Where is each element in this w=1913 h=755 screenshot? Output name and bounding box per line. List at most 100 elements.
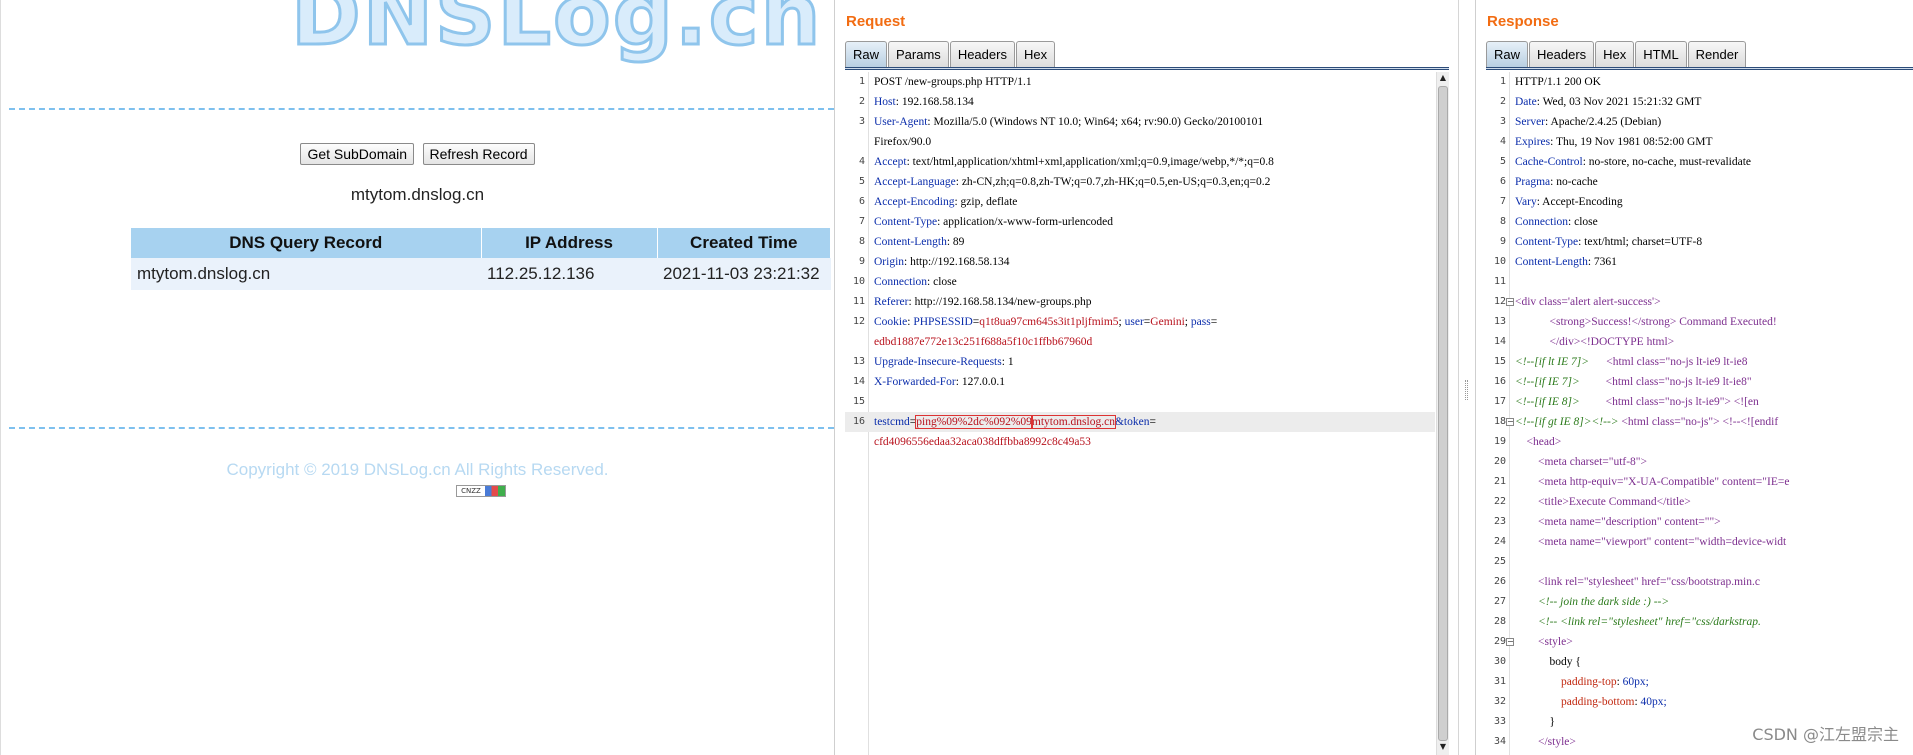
cookie-value: Gemini	[1150, 316, 1185, 328]
header-name: Expires	[1515, 136, 1551, 148]
css-value: 60px;	[1622, 676, 1649, 688]
fold-toggle-icon[interactable]: −	[1506, 638, 1514, 646]
line-number: 21	[1493, 476, 1506, 487]
code-line: 6 Accept-Encoding: gzip, deflate	[845, 192, 1435, 212]
panel-splitter[interactable]	[1458, 0, 1475, 755]
html-markup: <head>	[1515, 436, 1562, 448]
header-name: Referer	[874, 296, 909, 308]
line-number: 27	[1493, 596, 1506, 607]
response-title: Response	[1487, 13, 1559, 30]
line-text: </style>	[1515, 732, 1576, 752]
dashed-divider-top	[9, 108, 834, 110]
response-tabs: Raw Headers Hex HTML Render	[1486, 41, 1747, 68]
cnzz-badge[interactable]: CNZZ	[456, 485, 506, 497]
value-continuation: edbd1887e772e13c251f688a5f10c1ffbb67960d	[874, 336, 1093, 348]
html-markup: <link rel="stylesheet" href="css/bootstr…	[1515, 576, 1760, 588]
line-number: 11	[1493, 276, 1506, 287]
header-name: Date	[1515, 96, 1537, 108]
line-number: 12	[852, 316, 865, 327]
response-tab-headers[interactable]: Headers	[1529, 41, 1595, 67]
header-name: X-Forwarded-For	[874, 376, 956, 388]
fold-toggle-icon[interactable]: −	[1506, 298, 1514, 306]
request-tab-params[interactable]: Params	[888, 41, 949, 67]
line-number: 16	[852, 416, 865, 427]
header-name: Connection	[874, 276, 928, 288]
request-editor[interactable]: 1 POST /new-groups.php HTTP/1.1 2 Host: 192…	[845, 72, 1449, 755]
line-number: 9	[1499, 236, 1506, 247]
code-line: edbd1887e772e13c251f688a5f10c1ffbb67960d	[845, 332, 1435, 352]
refresh-record-button[interactable]: Refresh Record	[422, 143, 535, 165]
scroll-thumb[interactable]	[1438, 86, 1448, 741]
header-value: 1	[1007, 356, 1014, 368]
response-tab-raw[interactable]: Raw	[1486, 41, 1529, 67]
code-line: 11 Referer: http://192.168.58.134/new-gro…	[845, 292, 1435, 312]
line-text: Vary: Accept-Encoding	[1515, 192, 1623, 212]
header-name: Pragma	[1515, 176, 1551, 188]
line-text: <style>	[1515, 632, 1573, 652]
request-tab-hex[interactable]: Hex	[1015, 41, 1056, 67]
created-time-cell: 2021-11-03 23:21:32	[657, 258, 831, 290]
line-text: cfd4096556edaa32aca038dffbba8992c8c49a53	[874, 432, 1091, 452]
cookie-value: q1t8ua97cm645s3it1pljfmim5	[979, 316, 1119, 328]
code-line: 4 Expires: Thu, 19 Nov 1981 08:52:00 GMT	[1486, 132, 1913, 152]
csdn-watermark: CSDN @江左盟宗主	[1752, 725, 1899, 744]
line-number: 3	[858, 116, 865, 127]
line-text: Firefox/90.0	[874, 132, 931, 152]
line-number: 26	[1493, 576, 1506, 587]
column-header-ip-address: IP Address	[481, 228, 658, 258]
header-name: User-Agent	[874, 116, 928, 128]
line-text: Expires: Thu, 19 Nov 1981 08:52:00 GMT	[1515, 132, 1713, 152]
code-line: 8 Connection: close	[1486, 212, 1913, 232]
line-text: body {	[1515, 652, 1581, 672]
line-number: 13	[852, 356, 865, 367]
header-name: Origin	[874, 256, 905, 268]
line-text: <meta name="description" content="">	[1515, 512, 1721, 532]
line-number: 25	[1493, 556, 1506, 567]
response-tab-hex[interactable]: Hex	[1595, 41, 1635, 67]
response-tab-render[interactable]: Render	[1687, 41, 1747, 67]
line-number: 4	[1499, 136, 1506, 147]
line-number: 16	[1493, 376, 1506, 387]
code-line: 7 Vary: Accept-Encoding	[1486, 192, 1913, 212]
html-comment: <!--[if lt IE 7]>	[1515, 356, 1607, 368]
line-number: 5	[858, 176, 865, 187]
code-line: 8 Content-Length: 89	[845, 232, 1435, 252]
code-line: 15 <!--[if lt IE 7]> <html class="no-js l…	[1486, 352, 1913, 372]
get-subdomain-button[interactable]: Get SubDomain	[300, 143, 415, 165]
css-text: body {	[1515, 656, 1581, 668]
code-line: 21 <meta http-equiv="X-UA-Compatible" co…	[1486, 472, 1913, 492]
request-tab-headers[interactable]: Headers	[949, 41, 1015, 67]
code-line: 24 <meta name="viewport" content="width=…	[1486, 532, 1913, 552]
code-line: 10 Connection: close	[845, 272, 1435, 292]
splitter-grip-icon[interactable]	[1465, 380, 1468, 400]
line-number: 3	[1499, 116, 1506, 127]
line-text: Accept-Encoding: gzip, deflate	[874, 192, 1017, 212]
request-scrollbar[interactable]: ▲ ▼	[1436, 72, 1449, 755]
response-tab-html[interactable]: HTML	[1635, 41, 1687, 67]
scroll-down-icon[interactable]: ▼	[1437, 742, 1449, 754]
line-number: 28	[1493, 616, 1506, 627]
line-text: Connection: close	[1515, 212, 1598, 232]
plain-text: HTTP/1.1 200 OK	[1515, 76, 1601, 88]
dashed-divider-bottom	[9, 427, 834, 429]
html-markup: <strong>Success!</strong> Command Execut…	[1515, 316, 1777, 328]
scroll-up-icon[interactable]: ▲	[1437, 73, 1449, 85]
request-tab-raw[interactable]: Raw	[845, 41, 888, 67]
code-line: 3 Server: Apache/2.4.25 (Debian)	[1486, 112, 1913, 132]
code-line: cfd4096556edaa32aca038dffbba8992c8c49a53	[845, 432, 1435, 452]
response-editor[interactable]: 1 HTTP/1.1 200 OK 2 Date: Wed, 03 Nov 2021 …	[1486, 72, 1913, 755]
line-number: 15	[852, 396, 865, 407]
fold-toggle-icon[interactable]: −	[1506, 418, 1514, 426]
line-text: edbd1887e772e13c251f688a5f10c1ffbb67960d	[874, 332, 1092, 352]
html-markup: <meta name="viewport" content="width=dev…	[1515, 536, 1787, 548]
line-text: Pragma: no-cache	[1515, 172, 1598, 192]
line-text: Host: 192.168.58.134	[874, 92, 974, 112]
line-text: POST /new-groups.php HTTP/1.1	[874, 72, 1032, 92]
code-line: 11	[1486, 272, 1913, 292]
css-property: padding-bottom	[1515, 696, 1635, 708]
plain-text: POST /new-groups.php HTTP/1.1	[874, 76, 1032, 88]
line-number: 6	[858, 196, 865, 207]
code-line: 32 padding-bottom: 40px;	[1486, 692, 1913, 712]
line-number: 10	[1493, 256, 1506, 267]
line-text: <!-- <link rel="stylesheet" href="css/da…	[1515, 612, 1761, 632]
